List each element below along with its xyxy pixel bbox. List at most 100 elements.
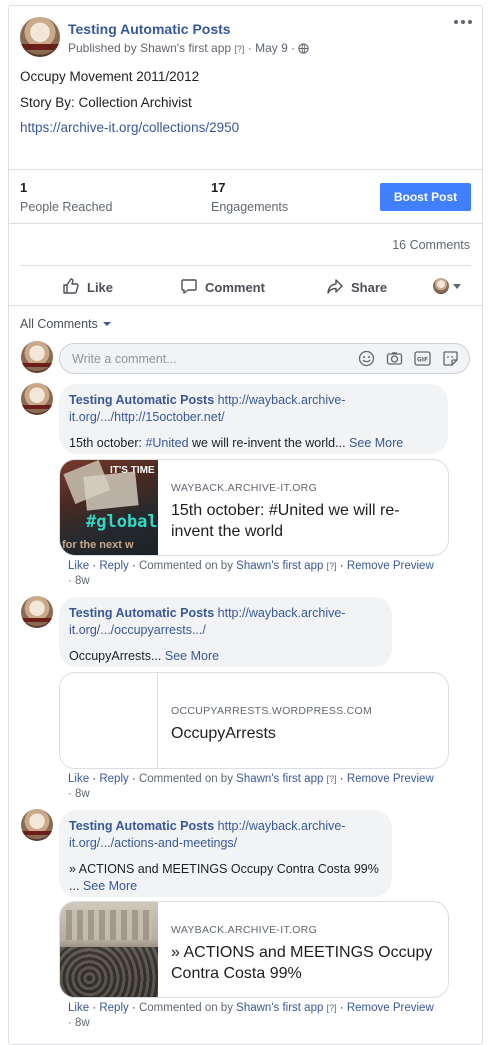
comment-link[interactable]: it.org/.../occupyarrests.../ — [69, 623, 206, 637]
comment-text: OccupyArrests... See More — [69, 648, 382, 665]
divider — [9, 223, 482, 224]
share-label: Share — [351, 280, 388, 295]
comment-age[interactable]: 8w — [75, 788, 90, 800]
comment-meta: Like · Reply · Commented on by Shawn's f… — [68, 773, 434, 800]
comment-link[interactable]: it.org/.../http://15october.net/ — [69, 410, 225, 424]
comment-text-part: we will re-invent the world... — [188, 436, 346, 450]
preview-title: » ACTIONS and MEETINGS Occupy Contra Cos… — [171, 944, 433, 982]
comment-bubble: Testing Automatic Posts http://wayback.a… — [59, 810, 392, 897]
comment-age[interactable]: 8w — [75, 575, 90, 587]
help-mark[interactable]: [?] — [327, 774, 337, 784]
people-reached-value: 1 — [20, 180, 28, 195]
all-comments-filter[interactable]: All Comments — [20, 317, 111, 331]
page-name[interactable]: Testing Automatic Posts — [68, 21, 231, 37]
see-more-link[interactable]: See More — [83, 879, 137, 893]
commenter-avatar[interactable] — [21, 341, 53, 373]
preview-domain: WAYBACK.ARCHIVE-IT.ORG — [171, 482, 318, 494]
comment-button[interactable]: Comment — [180, 277, 265, 298]
link-preview-card[interactable]: WAYBACK.ARCHIVE-IT.ORG » ACTIONS and MEE… — [59, 901, 449, 998]
divider — [20, 265, 471, 266]
thumb-text: for the next w — [62, 539, 134, 551]
comment-like-link[interactable]: Like — [68, 773, 89, 785]
comment-text: » ACTIONS and MEETINGS Occupy Contra Cos… — [69, 862, 379, 876]
comments-count[interactable]: 16 Comments — [392, 238, 470, 252]
share-button[interactable]: Share — [326, 277, 387, 298]
comment-author-avatar[interactable] — [21, 809, 53, 841]
preview-title: OccupyArrests — [171, 725, 276, 742]
app-name-link[interactable]: Shawn's first app — [236, 560, 323, 572]
comment-reply-link[interactable]: Reply — [99, 560, 128, 572]
comment-age[interactable]: 8w — [75, 1017, 90, 1029]
like-label: Like — [87, 280, 114, 295]
link-preview-card[interactable]: IT'S TIME #global for the next w WAYBACK… — [59, 459, 449, 556]
app-name-link[interactable]: Shawn's first app — [236, 1002, 323, 1014]
dropdown-caret-icon — [102, 322, 111, 326]
more-options-icon[interactable] — [454, 20, 472, 24]
comment-input[interactable]: Write a comment... GIF — [59, 343, 470, 374]
comment-author-avatar[interactable] — [21, 596, 53, 628]
post-body-link[interactable]: https://archive-it.org/collections/2950 — [20, 120, 239, 135]
post-byline: Published by Shawn's first app [?] · May… — [68, 41, 310, 57]
comment-reply-link[interactable]: Reply — [99, 1002, 128, 1014]
commented-on-label: Commented on by — [138, 1002, 233, 1014]
comment-text: ... See More — [69, 878, 382, 895]
comment-bubble: Testing Automatic Posts http://wayback.a… — [59, 384, 448, 454]
emoji-icon[interactable] — [358, 350, 375, 367]
thumb-text: #global — [86, 512, 158, 532]
page-avatar[interactable] — [20, 17, 60, 57]
comment-text-part: ... — [69, 879, 80, 893]
like-thumb-icon — [62, 277, 80, 298]
dropdown-caret-icon — [453, 283, 461, 289]
svg-text:GIF: GIF — [417, 357, 428, 364]
post-card: Testing Automatic Posts Published by Sha… — [8, 5, 483, 1045]
comment-link[interactable]: http://wayback.archive- — [218, 819, 346, 833]
mini-avatar — [433, 278, 449, 294]
reaction-as-selector[interactable] — [433, 278, 461, 294]
app-name-link[interactable]: Shawn's first app — [236, 773, 323, 785]
remove-preview-link[interactable]: Remove Preview — [347, 773, 434, 785]
link-preview-card[interactable]: OCCUPYARRESTS.WORDPRESS.COM OccupyArrest… — [59, 672, 449, 769]
engagements-value: 17 — [211, 180, 226, 195]
sticker-icon[interactable] — [442, 350, 459, 367]
comment-author-avatar[interactable] — [21, 383, 53, 415]
share-arrow-icon — [326, 277, 344, 298]
preview-thumbnail: IT'S TIME #global for the next w — [60, 460, 158, 555]
post-body-line1: Occupy Movement 2011/2012 — [20, 69, 200, 84]
hashtag-link[interactable]: #United — [145, 436, 188, 450]
preview-domain: WAYBACK.ARCHIVE-IT.ORG — [171, 924, 318, 936]
comment-like-link[interactable]: Like — [68, 1002, 89, 1014]
gif-icon[interactable]: GIF — [414, 350, 431, 367]
comment-author[interactable]: Testing Automatic Posts — [69, 393, 214, 407]
globe-icon — [298, 43, 310, 57]
see-more-link[interactable]: See More — [165, 649, 219, 663]
comment-link[interactable]: http://wayback.archive- — [218, 606, 346, 620]
comment-reply-link[interactable]: Reply — [99, 773, 128, 785]
comment-author[interactable]: Testing Automatic Posts — [69, 819, 214, 833]
comment-author[interactable]: Testing Automatic Posts — [69, 606, 214, 620]
preview-domain: OCCUPYARRESTS.WORDPRESS.COM — [171, 705, 373, 717]
boost-post-button[interactable]: Boost Post — [380, 183, 471, 211]
comment-meta: Like · Reply · Commented on by Shawn's f… — [68, 560, 434, 587]
divider — [9, 305, 482, 306]
comment-text-part: 15th october: — [69, 436, 146, 450]
commented-on-label: Commented on by — [138, 773, 233, 785]
comment-bubble: Testing Automatic Posts http://wayback.a… — [59, 597, 392, 667]
post-date[interactable]: May 9 — [255, 41, 288, 55]
comment-link[interactable]: it.org/.../actions-and-meetings/ — [69, 836, 237, 850]
help-mark[interactable]: [?] — [327, 1003, 337, 1013]
help-mark[interactable]: [?] — [327, 561, 337, 571]
remove-preview-link[interactable]: Remove Preview — [347, 560, 434, 572]
comment-link[interactable]: http://wayback.archive- — [218, 393, 346, 407]
camera-icon[interactable] — [386, 350, 403, 367]
remove-preview-link[interactable]: Remove Preview — [347, 1002, 434, 1014]
see-more-link[interactable]: See More — [349, 436, 403, 450]
app-name-link[interactable]: Shawn's first app — [140, 41, 231, 55]
all-comments-label: All Comments — [20, 317, 98, 331]
comment-like-link[interactable]: Like — [68, 560, 89, 572]
help-mark[interactable]: [?] — [234, 44, 244, 54]
divider — [9, 169, 482, 170]
preview-thumbnail — [60, 673, 158, 768]
like-button[interactable]: Like — [62, 277, 113, 298]
comment-icon — [180, 277, 198, 298]
comment-placeholder: Write a comment... — [72, 351, 177, 366]
